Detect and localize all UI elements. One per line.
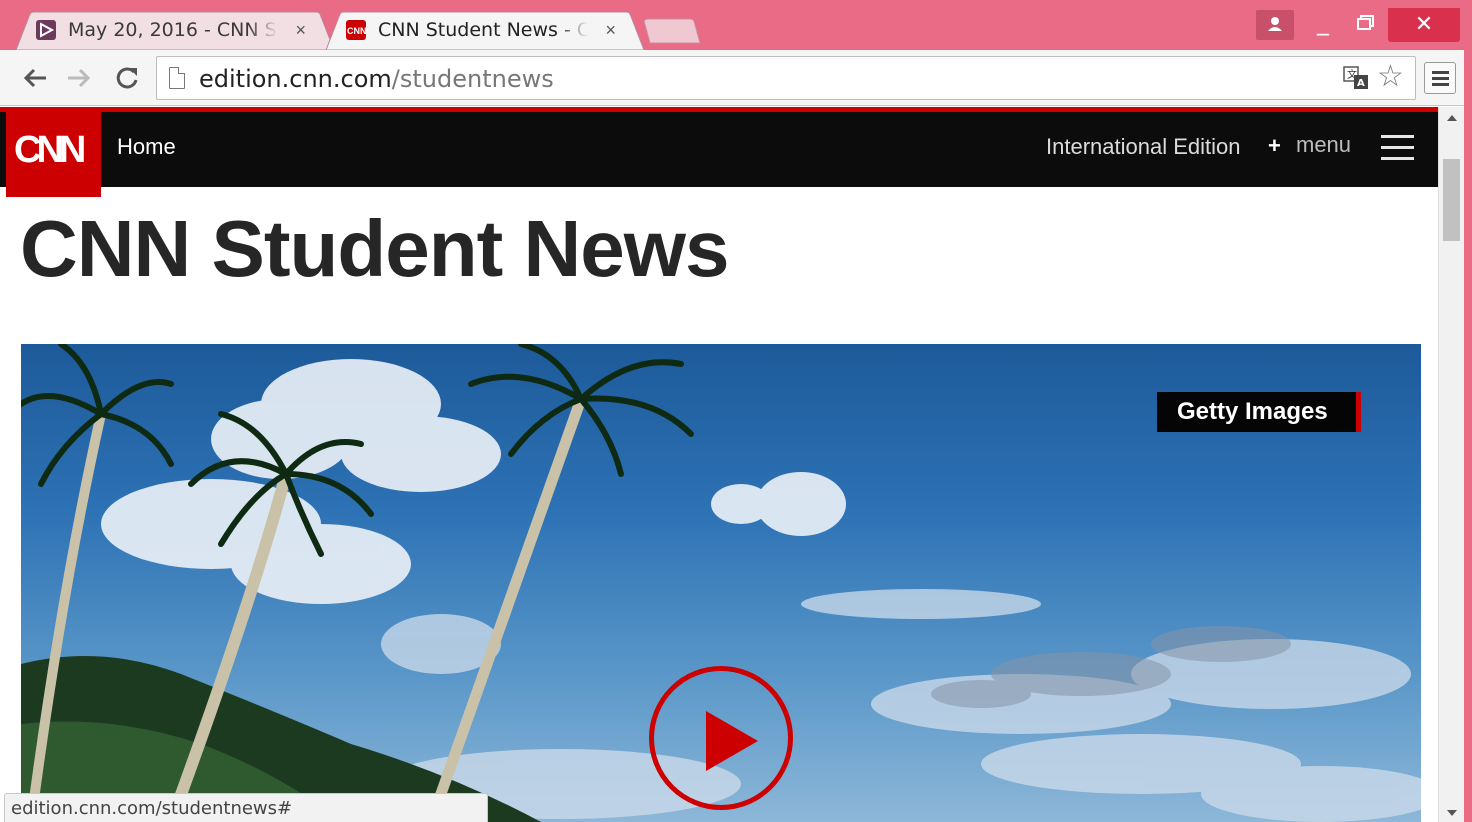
play-logo-icon [36,20,56,40]
tab-title: CNN Student News - CN [378,18,588,42]
back-arrow-icon [23,68,46,88]
svg-text:CNN: CNN [347,26,366,36]
reload-button[interactable] [110,62,144,94]
cnn-navbar: Home International Edition + menu [0,112,1438,187]
scroll-down-arrow-icon[interactable] [1447,810,1457,816]
cnn-logo-text: CNN [14,129,86,171]
browser-title-bar: May 20, 2016 - CNN Stu × CNN CNN Student… [0,0,1472,50]
restore-button[interactable] [1344,8,1388,40]
cnn-logo[interactable]: CNN [6,107,101,197]
status-url: edition.cnn.com/studentnews# [11,798,293,819]
nav-home-link[interactable]: Home [117,132,176,162]
play-icon[interactable] [649,666,793,810]
minimize-button[interactable]: _ [1302,8,1344,40]
close-window-button[interactable]: ✕ [1388,8,1460,42]
page-viewport: Home International Edition + menu CNN CN… [0,107,1438,822]
translate-icon[interactable]: 文 A [1343,66,1369,90]
reload-icon [116,67,138,89]
scroll-up-arrow-icon[interactable] [1447,115,1457,121]
status-bubble: edition.cnn.com/studentnews# [4,793,488,822]
chrome-menu-button[interactable] [1424,62,1456,94]
cnn-favicon-icon: CNN [346,20,367,40]
forward-arrow-icon [68,68,91,88]
url-host: edition.cnn.com [199,65,392,93]
tab-close-icon[interactable]: × [605,18,616,42]
scrollbar-thumb[interactable] [1443,159,1460,241]
page-title: CNN Student News [20,204,729,293]
vertical-scrollbar[interactable] [1438,107,1464,822]
menu-label[interactable]: menu [1296,130,1351,160]
svg-text:A: A [1357,78,1365,89]
menu-bar-icon [1432,83,1449,86]
international-edition-link[interactable]: International Edition [1046,132,1240,162]
window-frame-edge [1464,50,1472,822]
page-icon [169,67,185,89]
video-player[interactable]: Getty Images [21,344,1421,822]
menu-bar-icon [1432,77,1449,80]
user-icon [1268,17,1282,31]
back-button[interactable] [18,62,52,94]
url-path: /studentnews [391,65,554,93]
user-profile-button[interactable] [1256,10,1294,40]
url-text[interactable]: edition.cnn.com/studentnews [199,65,554,93]
tab-may-20-2016[interactable]: May 20, 2016 - CNN Stu × [16,12,334,50]
tab-title: May 20, 2016 - CNN Stu [68,18,278,42]
tab-cnn-student-news[interactable]: CNN CNN Student News - CN × [326,12,644,50]
new-tab-shape [643,18,701,44]
restore-icon [1357,15,1374,30]
edition-plus-icon[interactable]: + [1268,131,1281,161]
getty-images-label: Getty Images [1177,398,1328,425]
play-triangle [706,711,758,771]
forward-button[interactable] [62,62,96,94]
hamburger-menu-icon[interactable] [1381,135,1414,161]
browser-toolbar: edition.cnn.com/studentnews 文 A ☆ [0,50,1472,106]
menu-bar-icon [1432,71,1449,74]
bookmark-star-icon[interactable]: ☆ [1377,59,1404,95]
tab-close-icon[interactable]: × [295,18,306,42]
getty-images-credit: Getty Images [1157,392,1361,432]
address-bar[interactable]: edition.cnn.com/studentnews 文 A ☆ [156,56,1416,100]
new-tab-button[interactable] [640,12,702,50]
